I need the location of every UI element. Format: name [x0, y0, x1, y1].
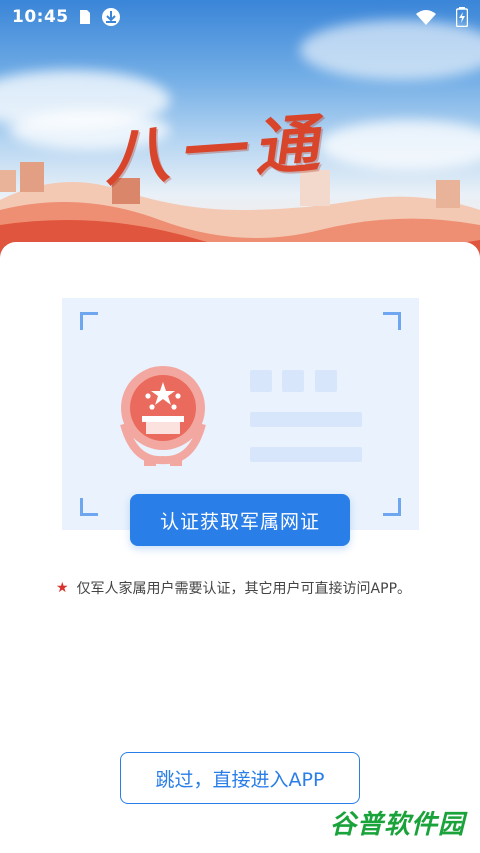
auth-notice: ★ 仅军人家属用户需要认证，其它用户可直接访问APP。 [56, 578, 411, 598]
main-card: 认证获取军属网证 ★ 仅军人家属用户需要认证，其它用户可直接访问APP。 跳过，… [0, 242, 480, 853]
placeholder-block [315, 370, 337, 392]
download-notification-icon [101, 7, 121, 27]
status-time: 10:45 [12, 7, 69, 27]
placeholder-line [250, 447, 362, 462]
status-bar: 10:45 [0, 0, 480, 34]
scan-corner-top-left [80, 312, 98, 330]
sim-card-icon [79, 9, 91, 25]
watermark-text: 谷普软件园 [330, 810, 466, 840]
placeholder-line [250, 412, 362, 427]
national-emblem-icon [120, 366, 206, 466]
auth-get-certificate-button[interactable]: 认证获取军属网证 [130, 494, 350, 546]
scan-corner-top-right [383, 312, 401, 330]
wifi-icon [416, 9, 436, 25]
notice-text: 仅军人家属用户需要认证，其它用户可直接访问APP。 [76, 581, 412, 597]
placeholder-block [250, 370, 272, 392]
watermark-logo: 谷普软件园 [330, 804, 465, 841]
placeholder-block [282, 370, 304, 392]
scan-corner-bottom-left [80, 498, 98, 516]
scan-corner-bottom-right [383, 498, 401, 516]
star-icon: ★ [56, 580, 69, 596]
header-banner: 八一通 [0, 0, 480, 260]
skip-enter-app-button[interactable]: 跳过，直接进入APP [120, 752, 360, 804]
battery-charging-icon [456, 7, 468, 27]
